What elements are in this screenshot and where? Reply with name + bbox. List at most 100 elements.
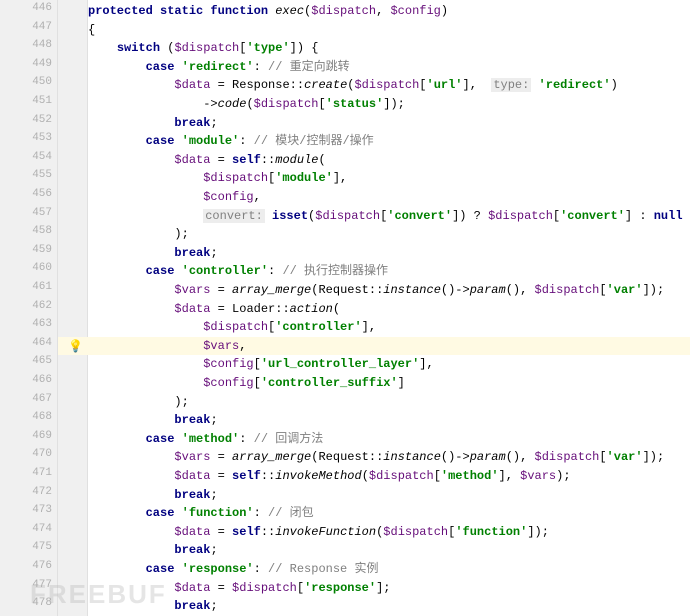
code-line[interactable]: break; — [88, 411, 218, 430]
token-kw: break — [174, 599, 210, 613]
code-line[interactable]: $data = self::module( — [88, 151, 326, 170]
code-line[interactable]: $config['controller_suffix'] — [88, 374, 405, 393]
token-fn: action — [290, 302, 333, 316]
lightbulb-icon[interactable]: 💡 — [68, 339, 82, 353]
token-var: $dispatch — [535, 450, 600, 464]
token-plain: , — [239, 339, 246, 353]
line-number: 459 — [0, 244, 52, 256]
code-line[interactable]: switch ($dispatch['type']) { — [88, 39, 318, 58]
token-plain: ]) { — [290, 41, 319, 55]
code-line[interactable]: break; — [88, 486, 218, 505]
token-var: $data — [174, 153, 210, 167]
token-var: $vars — [520, 469, 556, 483]
code-line[interactable]: $vars = array_merge(Request::instance()-… — [88, 448, 664, 467]
token-plain: (), — [506, 450, 535, 464]
line-number: 465 — [0, 355, 52, 367]
token-plain: : — [268, 264, 282, 278]
code-line[interactable]: protected static function exec($dispatch… — [88, 2, 448, 21]
code-line[interactable]: $vars = array_merge(Request::instance()-… — [88, 281, 664, 300]
code-line[interactable]: $config['url_controller_layer'], — [88, 355, 434, 374]
line-number: 469 — [0, 430, 52, 442]
code-line[interactable]: case 'module': // 模块/控制器/操作 — [88, 132, 374, 151]
token-var: $dispatch — [203, 171, 268, 185]
token-var: $vars — [203, 339, 239, 353]
token-fn: module — [275, 153, 318, 167]
token-str: 'function' — [455, 525, 527, 539]
token-plain — [88, 190, 203, 204]
token-var: $vars — [174, 450, 210, 464]
token-var: $dispatch — [383, 525, 448, 539]
code-line[interactable]: $data = self::invokeMethod($dispatch['me… — [88, 467, 571, 486]
token-kw: break — [174, 116, 210, 130]
line-number: 452 — [0, 114, 52, 126]
token-plain: :: — [261, 153, 275, 167]
line-number: 470 — [0, 448, 52, 460]
code-line[interactable]: break; — [88, 114, 218, 133]
code-line[interactable]: case 'function': // 闭包 — [88, 504, 314, 523]
code-line[interactable]: $data = Loader::action( — [88, 300, 340, 319]
token-var: $dispatch — [315, 209, 380, 223]
code-line[interactable]: case 'method': // 回调方法 — [88, 430, 323, 449]
token-plain — [88, 171, 203, 185]
token-plain — [88, 376, 203, 390]
token-plain — [88, 413, 174, 427]
code-line[interactable]: $data = self::invokeFunction($dispatch['… — [88, 523, 549, 542]
token-plain: ]) ? — [452, 209, 488, 223]
token-plain — [88, 562, 146, 576]
token-var: $vars — [174, 283, 210, 297]
token-str: 'url' — [427, 78, 463, 92]
token-kw: break — [174, 488, 210, 502]
token-kw: protected static function — [88, 4, 275, 18]
token-plain: ; — [210, 599, 217, 613]
line-number: 457 — [0, 207, 52, 219]
code-line[interactable]: ); — [88, 225, 189, 244]
line-number: 453 — [0, 132, 52, 144]
token-var: $config — [203, 376, 253, 390]
token-var: $dispatch — [488, 209, 553, 223]
line-number: 456 — [0, 188, 52, 200]
code-line[interactable]: ); — [88, 393, 189, 412]
token-kw: case — [146, 432, 182, 446]
token-plain: ()-> — [441, 450, 470, 464]
code-line[interactable]: convert: isset($dispatch['convert']) ? $… — [88, 207, 683, 226]
code-line[interactable]: ->code($dispatch['status']); — [88, 95, 405, 114]
code-line[interactable]: break; — [88, 541, 218, 560]
token-plain — [88, 116, 174, 130]
code-line[interactable]: { — [88, 21, 95, 40]
code-line[interactable]: $dispatch['controller'], — [88, 318, 376, 337]
token-var: $dispatch — [369, 469, 434, 483]
token-plain — [88, 283, 174, 297]
token-var: $config — [203, 190, 253, 204]
code-line[interactable]: break; — [88, 244, 218, 263]
line-number: 447 — [0, 21, 52, 33]
line-number: 472 — [0, 486, 52, 498]
code-line[interactable]: $data = $dispatch['response']; — [88, 579, 390, 598]
token-fn: array_merge — [232, 450, 311, 464]
token-fn: create — [304, 78, 347, 92]
code-line[interactable]: break; — [88, 597, 218, 616]
token-plain: ], — [419, 357, 433, 371]
line-number: 463 — [0, 318, 52, 330]
token-plain: ]); — [643, 450, 665, 464]
token-plain: [ — [254, 376, 261, 390]
token-com: // 重定向跳转 — [268, 60, 350, 74]
token-plain — [88, 78, 174, 92]
token-plain: { — [88, 23, 95, 37]
code-line[interactable]: $vars, — [88, 337, 246, 356]
token-str: 'module' — [182, 134, 240, 148]
code-line[interactable]: $dispatch['module'], — [88, 169, 347, 188]
code-line[interactable]: case 'controller': // 执行控制器操作 — [88, 262, 388, 281]
line-number: 454 — [0, 151, 52, 163]
token-str: 'response' — [182, 562, 254, 576]
line-number: 466 — [0, 374, 52, 386]
code-line[interactable]: $data = Response::create($dispatch['url'… — [88, 76, 618, 95]
token-com: // 回调方法 — [254, 432, 324, 446]
token-kw: break — [174, 543, 210, 557]
token-plain: ; — [210, 413, 217, 427]
token-plain: = — [210, 283, 232, 297]
code-line[interactable]: case 'response': // Response 实例 — [88, 560, 378, 579]
token-var: $data — [174, 469, 210, 483]
code-line[interactable]: case 'redirect': // 重定向跳转 — [88, 58, 350, 77]
code-line[interactable]: $config, — [88, 188, 261, 207]
line-number: 449 — [0, 58, 52, 70]
